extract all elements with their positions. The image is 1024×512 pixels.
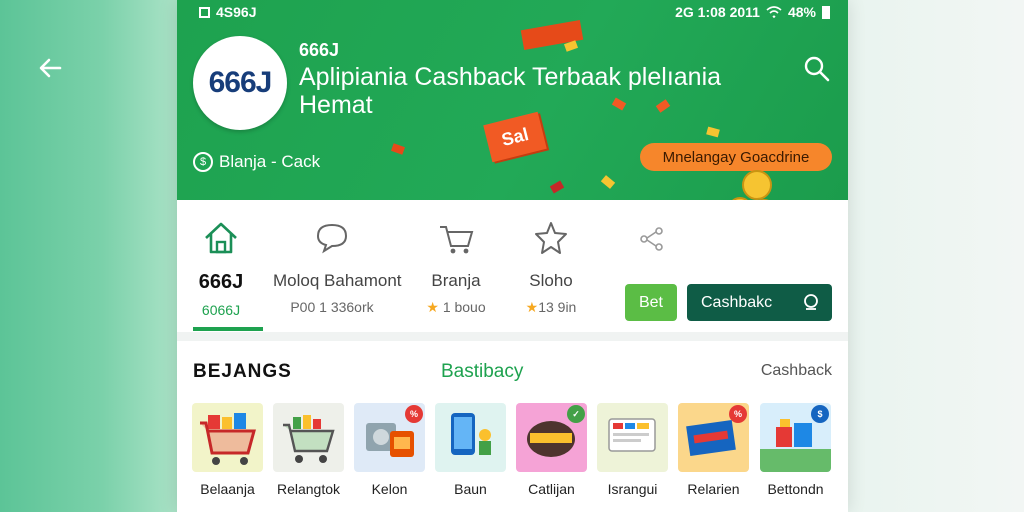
cashback-button-label: Cashbakc xyxy=(701,293,773,311)
category-card[interactable]: Baun xyxy=(435,403,506,497)
section-title: BEJANGS xyxy=(193,361,292,382)
confetti xyxy=(600,175,616,189)
category-card[interactable]: Belaanja xyxy=(192,403,263,497)
category-card[interactable]: $ Bettondn xyxy=(760,403,831,497)
active-tab-indicator xyxy=(193,327,263,331)
category-caption: Relarien xyxy=(687,481,740,497)
badge: % xyxy=(729,405,747,423)
status-left-text: 4S96J xyxy=(216,4,257,20)
brand-name: 666J xyxy=(299,40,340,60)
status-bar: 4S96J 2G 1:08 2011 48% xyxy=(177,0,848,26)
cashback-circle-icon: $ xyxy=(193,152,213,172)
badge: % xyxy=(405,405,423,423)
battery-icon xyxy=(822,5,830,19)
wifi-icon xyxy=(766,6,782,18)
nav-item-label: Moloq Bahamont xyxy=(273,271,402,290)
category-caption: Bettondn xyxy=(767,481,824,497)
nav-item-label: 666J xyxy=(198,271,244,293)
category-caption: Relangtok xyxy=(276,481,341,497)
category-card[interactable]: % Kelon xyxy=(354,403,425,497)
confetti xyxy=(390,143,406,155)
category-caption: Israngui xyxy=(607,481,658,497)
nav-item-sub: P00 1 336ork xyxy=(290,299,374,315)
category-caption: Catlijan xyxy=(528,481,575,497)
category-card[interactable]: ✓ Catlijan xyxy=(516,403,587,497)
phone-screen: 4S96J 2G 1:08 2011 48% 666J 666J Aplipia… xyxy=(177,0,848,512)
badge: ✓ xyxy=(567,405,585,423)
nav-item-home[interactable]: 666J 6066J xyxy=(191,218,251,318)
confetti xyxy=(549,180,565,194)
category-section: BEJANGS Bastibacy Cashback Belaanja Rela… xyxy=(177,341,848,512)
category-caption: Baun xyxy=(454,481,487,497)
nav-item-sub: ★ 1 bouo xyxy=(426,299,486,315)
page-title: Aplipiania Cashback Terbaak plelıania He… xyxy=(299,63,722,119)
status-time: 2G 1:08 2011 xyxy=(675,4,760,20)
notification-icon xyxy=(199,6,210,18)
tagline: $ Blanja - Cack xyxy=(193,152,320,172)
category-card[interactable]: % Relarien xyxy=(678,403,749,497)
section-link[interactable]: Cashback xyxy=(761,362,832,380)
nav-item-label: Branja xyxy=(431,271,481,290)
category-image xyxy=(273,403,344,472)
confetti xyxy=(706,126,720,138)
cashback-button[interactable]: Cashbakc xyxy=(687,284,832,321)
category-caption: Kelon xyxy=(371,481,408,497)
badge: $ xyxy=(811,405,829,423)
category-image xyxy=(192,403,263,472)
cart-icon xyxy=(440,226,474,254)
nav-item-label: Sloho xyxy=(529,271,573,290)
category-image xyxy=(597,403,668,472)
back-arrow-icon[interactable] xyxy=(34,52,66,84)
sale-tag: Sal xyxy=(483,111,547,163)
nav-item-sub: ★13 9in xyxy=(525,299,577,315)
home-icon xyxy=(205,222,237,254)
category-image: % xyxy=(678,403,749,472)
chat-icon xyxy=(316,223,348,254)
category-image: ✓ xyxy=(516,403,587,472)
nav-item-cart[interactable]: Branja ★ 1 bouo xyxy=(425,218,487,316)
category-image: % xyxy=(354,403,425,472)
category-image xyxy=(435,403,506,472)
nav-item-sub: 6066J xyxy=(201,302,241,318)
section-tab[interactable]: Bastibacy xyxy=(441,361,523,383)
app-logo: 666J xyxy=(193,36,287,130)
star-icon xyxy=(535,222,567,254)
category-card[interactable]: Relangtok xyxy=(273,403,344,497)
category-caption: Belaanja xyxy=(200,481,255,497)
tagline-text: Blanja - Cack xyxy=(219,152,321,171)
battery-percent: 48% xyxy=(787,4,816,20)
category-nav: 666J 6066J Moloq Bahamont P00 1 336ork B… xyxy=(177,200,848,332)
share-icon[interactable] xyxy=(637,224,667,254)
user-icon xyxy=(804,294,818,310)
small-action-button[interactable]: Bet xyxy=(625,284,677,321)
category-image: $ xyxy=(760,403,831,472)
category-card[interactable]: Israngui xyxy=(597,403,668,497)
nav-item-chat[interactable]: Moloq Bahamont P00 1 336ork xyxy=(273,218,402,315)
nav-item-star[interactable]: Sloho ★13 9in xyxy=(520,218,582,316)
search-icon[interactable] xyxy=(802,54,832,84)
